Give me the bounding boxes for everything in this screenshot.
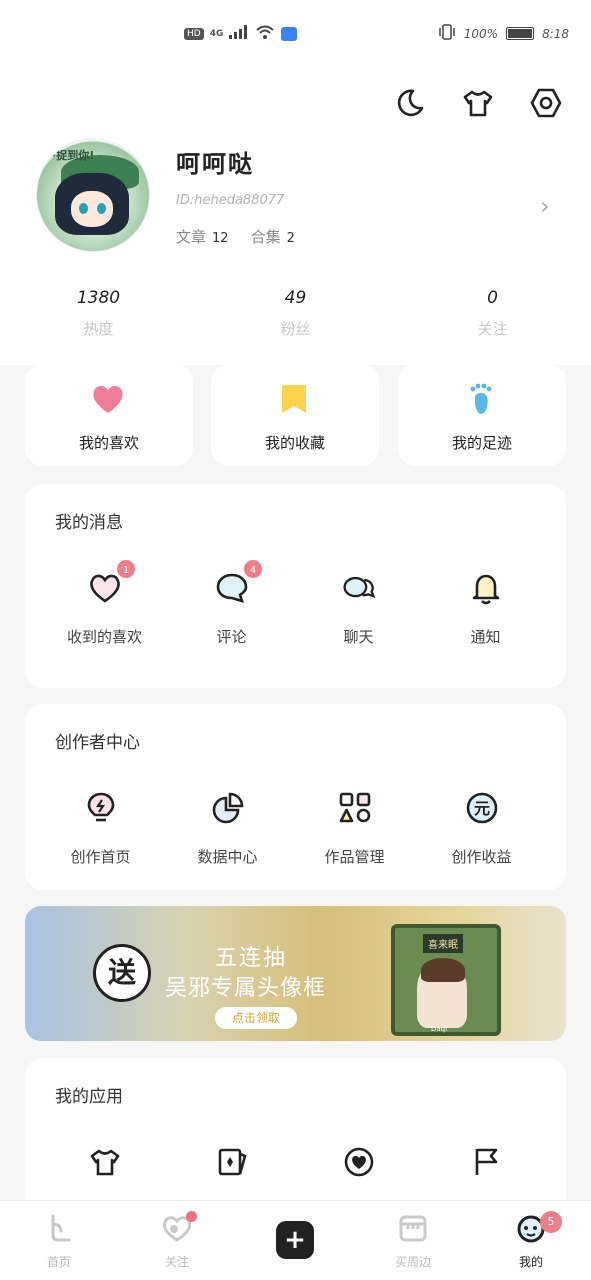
frame-tag: 喜来眠	[423, 934, 463, 953]
battery-percent: 100%	[463, 26, 499, 41]
my-favorites-button[interactable]: 我的收藏	[211, 364, 379, 466]
profile-counts: 文章 12 合集 2	[176, 226, 295, 247]
avatar-caption: ~捉到你!	[47, 149, 95, 162]
chat-button[interactable]: 聊天	[295, 570, 422, 647]
shop-icon	[399, 1215, 427, 1242]
promo-banner[interactable]: 送 五连抽 吴邪专属头像框 点击领取 喜来眠 Daqi	[25, 906, 566, 1041]
messages-card: 我的消息 1 收到的喜欢 4 评论 聊天 通知	[25, 484, 566, 688]
network-label: 4G	[209, 28, 224, 39]
bottom-tab-bar: 首页 关注 + 买周边 5 我的	[0, 1200, 591, 1280]
creator-center-card: 创作者中心 创作首页 数据中心 作品管理 元 创作收益	[25, 704, 566, 890]
app-item-flag[interactable]	[422, 1144, 549, 1180]
app-item-cards[interactable]	[168, 1144, 295, 1180]
tshirt-icon	[90, 1149, 119, 1176]
pie-chart-icon	[212, 792, 243, 824]
banner-title: 五连抽	[215, 946, 288, 971]
moon-icon[interactable]	[393, 86, 427, 120]
bell-icon	[472, 574, 499, 605]
collections-count[interactable]: 合集 2	[251, 226, 295, 247]
heart-circle-icon	[344, 1147, 373, 1177]
status-time: 8:18	[542, 26, 569, 41]
bookmark-icon	[282, 385, 306, 413]
articles-count[interactable]: 文章 12	[176, 226, 229, 247]
banner-send-badge: 送	[93, 944, 151, 1002]
vibrate-icon	[438, 24, 456, 43]
frame-sub: Daqi	[431, 1025, 448, 1033]
likes-badge: 1	[115, 558, 137, 580]
username: 呵呵哒	[176, 150, 254, 178]
my-footprints-button[interactable]: 我的足迹	[398, 364, 566, 466]
avatar-frame-preview: 喜来眠 Daqi	[391, 924, 501, 1036]
header-actions	[393, 86, 563, 120]
creator-earnings-button[interactable]: 元 创作收益	[418, 790, 545, 867]
status-bar: HD 4G 100% 8:18	[0, 22, 591, 46]
received-likes-button[interactable]: 1 收到的喜欢	[41, 558, 168, 647]
shapes-icon	[339, 792, 370, 823]
cards-icon	[218, 1148, 247, 1176]
home-icon	[51, 1214, 71, 1242]
hd-indicator: HD	[184, 27, 204, 40]
cloud-app-icon	[281, 26, 298, 41]
tab-shop[interactable]: 买周边	[354, 1201, 472, 1280]
stat-fans[interactable]: 49 粉丝	[197, 288, 394, 339]
app-item-dress-up[interactable]	[41, 1144, 168, 1180]
messages-title: 我的消息	[55, 513, 123, 533]
chat-icon	[342, 576, 375, 599]
tshirt-icon[interactable]	[461, 86, 495, 120]
comments-button[interactable]: 4 评论	[168, 558, 295, 647]
me-badge: 5	[540, 1211, 562, 1233]
creator-home-button[interactable]: 创作首页	[37, 790, 164, 867]
signal-icon	[229, 25, 249, 42]
lightbulb-icon	[87, 792, 114, 822]
profile-chevron-right-icon[interactable]: ›	[540, 192, 550, 220]
creator-title: 创作者中心	[55, 733, 140, 753]
battery-icon	[506, 27, 535, 40]
tab-follow[interactable]: 关注	[118, 1201, 236, 1280]
user-id: ID:heheda88077	[176, 193, 285, 208]
svg-text:元: 元	[473, 799, 489, 818]
works-management-button[interactable]: 作品管理	[291, 790, 418, 867]
tab-me[interactable]: 5 我的	[472, 1201, 590, 1280]
tab-home[interactable]: 首页	[0, 1201, 118, 1280]
app-item-heart[interactable]	[295, 1144, 422, 1180]
tab-create[interactable]: +	[236, 1201, 354, 1280]
wifi-icon	[255, 24, 275, 43]
banner-claim-button[interactable]: 点击领取	[215, 1007, 297, 1029]
banner-subtitle: 吴邪专属头像框	[165, 976, 327, 1001]
flag-icon	[475, 1148, 497, 1175]
heart-icon	[93, 385, 123, 413]
comments-badge: 4	[242, 558, 264, 580]
plus-icon: +	[276, 1221, 314, 1259]
my-likes-button[interactable]: 我的喜欢	[25, 364, 193, 466]
settings-hexagon-icon[interactable]	[529, 86, 563, 120]
data-center-button[interactable]: 数据中心	[164, 790, 291, 867]
yuan-coin-icon: 元	[466, 792, 497, 824]
notifications-button[interactable]: 通知	[422, 570, 549, 647]
stats-row: 1380 热度 49 粉丝 0 关注	[0, 288, 591, 339]
follow-dot	[186, 1211, 197, 1222]
stat-following[interactable]: 0 关注	[394, 288, 591, 339]
footprint-icon	[470, 383, 492, 414]
avatar[interactable]: ~捉到你!	[36, 138, 150, 252]
apps-title: 我的应用	[55, 1087, 123, 1107]
stat-heat[interactable]: 1380 热度	[0, 288, 197, 339]
